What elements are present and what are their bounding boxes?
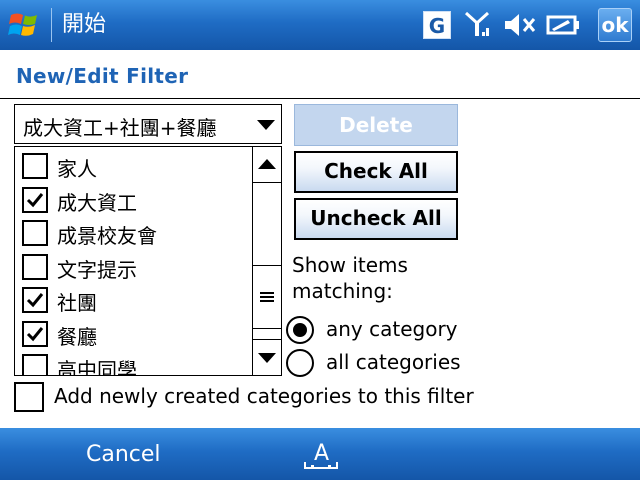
window-title: 開始: [62, 12, 107, 37]
dropdown-arrow-icon[interactable]: [257, 120, 275, 130]
radio-all-label: all categories: [326, 350, 461, 374]
scroll-up-button[interactable]: [253, 147, 281, 183]
cancel-softkey[interactable]: Cancel: [86, 442, 161, 467]
checkmark-icon: [26, 326, 44, 341]
radio-any-category[interactable]: any category: [286, 314, 486, 346]
category-label: 高中同學: [57, 358, 137, 376]
softkey-bar: Cancel A: [0, 428, 640, 480]
title-bar: 開始 G ok: [0, 0, 640, 50]
category-list-item[interactable]: 餐廳: [15, 317, 251, 351]
scroll-down-button[interactable]: [253, 339, 281, 375]
category-label: 家人: [57, 157, 97, 181]
category-label: 成大資工: [57, 190, 137, 215]
check-all-button[interactable]: Check All: [294, 151, 458, 193]
add-new-categories-checkbox[interactable]: [14, 382, 44, 412]
category-checkbox[interactable]: [22, 186, 48, 213]
list-scrollbar[interactable]: [252, 147, 281, 375]
show-items-matching-label: Show items matching:: [292, 253, 408, 303]
filter-dropdown[interactable]: 成大資工+社團+餐廳: [14, 104, 282, 144]
add-new-categories-option[interactable]: Add newly created categories to this fil…: [14, 382, 494, 412]
add-new-categories-label: Add newly created categories to this fil…: [54, 384, 474, 408]
radio-button[interactable]: [286, 349, 314, 377]
scroll-up-arrow-icon: [258, 159, 276, 169]
category-list-item[interactable]: 成大資工: [15, 183, 251, 217]
category-label: 文字提示: [57, 257, 137, 282]
page-title: New/Edit Filter: [16, 64, 189, 88]
category-checkbox[interactable]: [22, 287, 48, 313]
title-separator: [51, 8, 52, 42]
radio-button[interactable]: [286, 316, 314, 344]
radio-selected-dot: [293, 323, 307, 337]
category-label: 社團: [57, 291, 97, 315]
speaker-muted-icon[interactable]: [502, 10, 538, 40]
category-checkbox[interactable]: [22, 354, 48, 375]
category-list-item[interactable]: 家人: [15, 149, 251, 183]
ok-button[interactable]: ok: [598, 8, 632, 42]
battery-charging-icon[interactable]: [546, 10, 580, 40]
uncheck-all-button[interactable]: Uncheck All: [294, 198, 458, 240]
category-checkbox[interactable]: [22, 320, 48, 347]
category-checkbox[interactable]: [22, 153, 48, 179]
category-list-item[interactable]: 社團: [15, 283, 251, 317]
radio-all-categories[interactable]: all categories: [286, 347, 486, 379]
filter-dropdown-value: 成大資工+社團+餐廳: [23, 116, 217, 140]
scroll-grip-icon: [260, 292, 274, 302]
delete-button[interactable]: Delete: [294, 104, 458, 146]
category-list-item[interactable]: 文字提示: [15, 250, 251, 284]
category-list-item[interactable]: 成景校友會: [15, 216, 251, 250]
input-panel-letter: A: [314, 441, 329, 466]
signal-antenna-icon[interactable]: [464, 10, 490, 40]
scroll-thumb[interactable]: [253, 265, 281, 329]
checkmark-icon: [26, 192, 44, 207]
checkmark-icon: [26, 293, 44, 308]
category-list[interactable]: 家人成大資工成景校友會文字提示社團餐廳高中同學: [14, 146, 282, 376]
category-label: 餐廳: [57, 324, 97, 349]
radio-any-label: any category: [326, 317, 458, 341]
g-icon[interactable]: G: [423, 11, 451, 39]
category-list-item[interactable]: 高中同學: [15, 350, 251, 376]
category-checkbox[interactable]: [22, 220, 48, 246]
scroll-down-arrow-icon: [258, 353, 276, 363]
heading-divider: [0, 98, 640, 99]
category-checkbox[interactable]: [22, 253, 48, 280]
input-panel-icon[interactable]: A: [303, 438, 339, 472]
windows-start-icon[interactable]: [8, 9, 42, 41]
category-label: 成景校友會: [57, 224, 157, 248]
